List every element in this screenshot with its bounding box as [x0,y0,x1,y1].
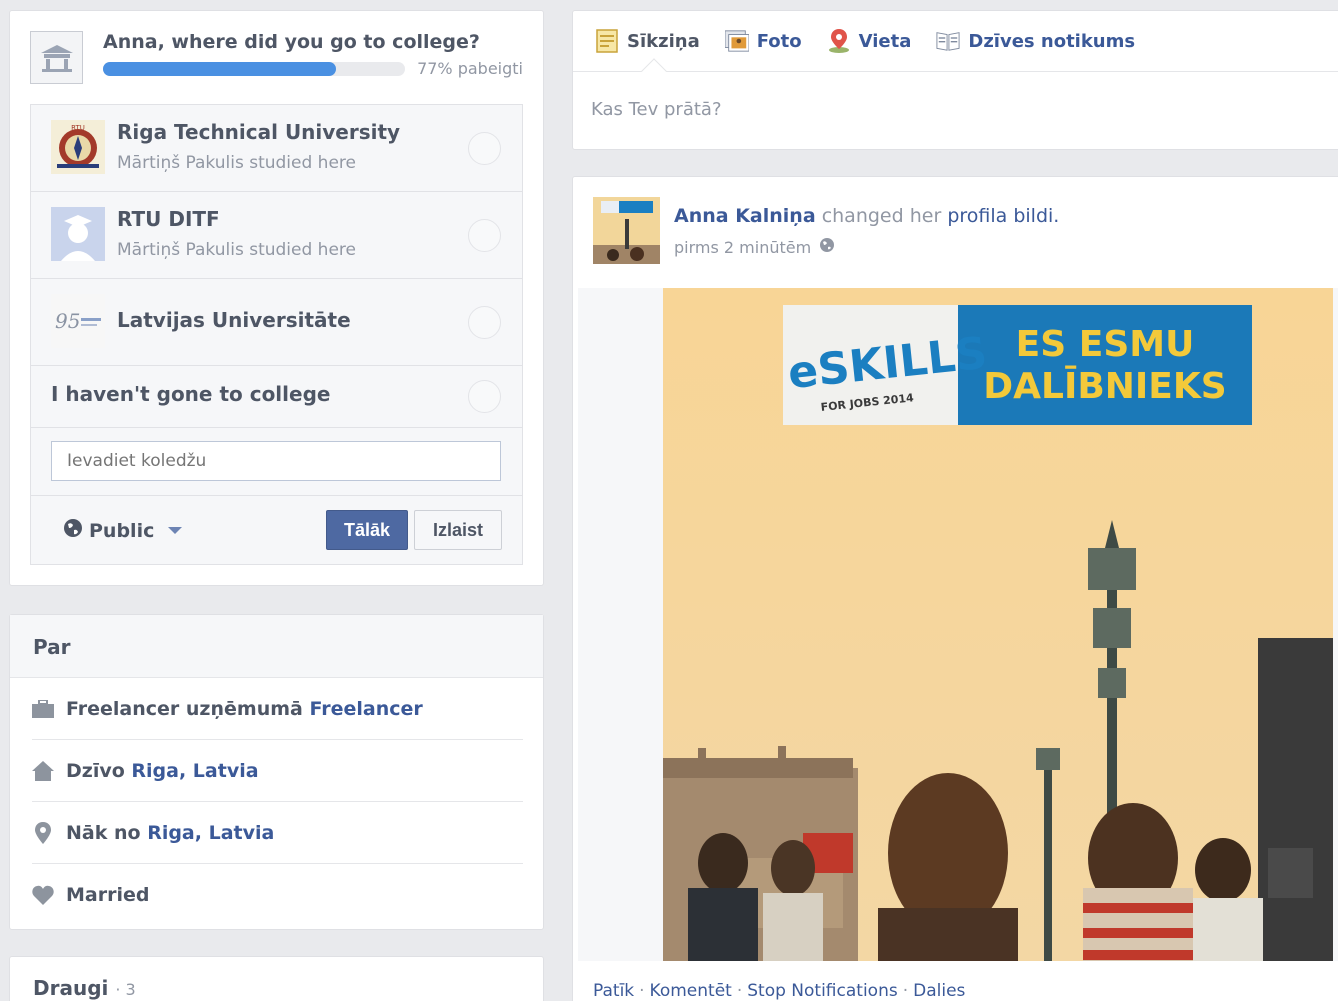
friends-title: Draugi [33,976,109,1000]
work-prefix: Freelancer uzņēmumā [66,697,303,720]
school-context: Mārtiņš Pakulis studied here [117,240,356,260]
briefcase-icon [32,698,54,720]
about-work: Freelancer uzņēmumā Freelancer [32,678,523,740]
school-option-rtu-ditf[interactable]: RTU DITF Mārtiņš Pakulis studied here [31,192,522,279]
author-name[interactable]: Anna Kalniņa [674,205,816,227]
college-prompt-card: Anna, where did you go to college? 77% p… [9,10,544,586]
work-link[interactable]: Freelancer [309,698,422,720]
profile-picture-link[interactable]: profila bildi. [947,205,1059,227]
tab-label: Foto [756,30,802,52]
banner-line-1: ES ESMU [1016,324,1195,365]
lives-link[interactable]: Riga, Latvia [131,760,258,782]
school-name: Riga Technical University [117,120,401,144]
school-name: Latvijas Universitāte [117,308,351,332]
svg-text:95: 95 [55,309,80,333]
school-radio[interactable] [468,306,501,339]
about-card: Par Freelancer uzņēmumā Freelancer Dzīvo… [9,614,544,930]
place-icon [827,29,851,53]
tab-life-event[interactable]: Dzīves notikums [936,29,1135,53]
school-context: Mārtiņš Pakulis studied here [117,153,356,173]
friends-card: Draugi · 3 [9,956,544,1001]
about-relationship: Married [32,864,523,926]
post-composer: Sīkziņa Foto Vieta Dzīves notikums Kas T… [572,10,1338,150]
college-action-row: Public Tālāk Izlaist [31,496,522,564]
lu-logo-icon: 95 [51,294,105,348]
college-input-row [31,428,522,496]
location-pin-icon [32,821,54,844]
privacy-label: Public [89,519,155,542]
profile-progress-fill [103,62,336,76]
status-input[interactable]: Kas Tev prātā? [573,72,1338,147]
globe-icon [63,518,83,543]
privacy-selector[interactable]: Public [63,518,183,543]
separator: · [902,981,909,1001]
stop-notifications-link[interactable]: Stop Notifications [747,981,897,1001]
progress-text: 77% pabeigti [417,59,523,78]
comment-link[interactable]: Komentēt [650,981,732,1001]
school-radio[interactable] [468,132,501,165]
friends-header[interactable]: Draugi · 3 [10,957,543,1001]
tab-label: Vieta [858,30,912,52]
status-icon [595,29,619,53]
tab-place[interactable]: Vieta [827,29,912,53]
separator: · [736,981,743,1001]
skip-button[interactable]: Izlaist [414,510,502,550]
school-option-none[interactable]: I haven't gone to college [31,366,522,428]
share-link[interactable]: Dalies [913,981,965,1001]
separator: · [115,980,121,999]
rtu-logo-icon: RTU [51,120,105,174]
school-name: RTU DITF [117,207,220,231]
about-from: Nāk no Riga, Latvia [32,802,523,864]
from-link[interactable]: Riga, Latvia [147,822,274,844]
svg-text:RTU: RTU [71,124,85,132]
school-option-rtu[interactable]: RTU Riga Technical University Mārtiņš Pa… [31,105,522,192]
chevron-down-icon [168,527,183,534]
school-radio[interactable] [468,219,501,252]
tab-label: Dzīves notikums [968,30,1136,52]
like-link[interactable]: Patīk [593,981,634,1001]
author-avatar[interactable] [593,197,660,264]
profile-progress-bar [103,62,405,76]
lives-prefix: Dzīvo [66,759,125,782]
life-event-icon [936,29,960,53]
photo-icon [724,29,749,53]
story-headline: Anna Kalniņa changed her profila bildi. [674,205,1059,227]
about-lives: Dzīvo Riga, Latvia [32,740,523,802]
college-question: Anna, where did you go to college? [103,31,480,53]
college-input[interactable] [51,441,501,481]
story-photo[interactable]: eSKILLS FOR JOBS 2014 ES ESMU DALĪBNIEKS [578,288,1338,961]
no-college-label: I haven't gone to college [51,382,331,406]
next-button[interactable]: Tālāk [326,510,408,550]
about-title[interactable]: Par [10,615,543,678]
tab-status[interactable]: Sīkziņa [595,29,700,53]
feed-story: Anna Kalniņa changed her profila bildi. … [572,176,1338,1001]
tab-photo[interactable]: Foto [724,29,802,53]
composer-tabs: Sīkziņa Foto Vieta Dzīves notikums [573,11,1338,84]
separator: · [639,981,645,1001]
heart-icon [32,884,54,906]
friends-count: 3 [125,980,136,999]
timestamp[interactable]: pirms 2 minūtēm [674,238,811,257]
school-radio[interactable] [468,380,501,413]
graduate-placeholder-icon [51,207,105,261]
college-prompt-header: Anna, where did you go to college? 77% p… [30,31,523,93]
story-action: changed her [821,205,942,227]
from-prefix: Nāk no [66,821,141,844]
relationship-text: Married [66,884,150,906]
banner-line-2: DALĪBNIEKS [983,365,1226,407]
school-options: RTU Riga Technical University Mārtiņš Pa… [30,104,523,565]
school-option-lu[interactable]: 95 Latvijas Universitāte [31,279,522,366]
home-icon [32,760,54,782]
school-building-icon [30,31,83,84]
profile-photo-image: eSKILLS FOR JOBS 2014 ES ESMU DALĪBNIEKS [578,288,1338,961]
story-timestamp: pirms 2 minūtēm [674,237,835,257]
tab-label: Sīkziņa [627,30,700,52]
globe-icon [819,237,835,257]
story-actions: Patīk · Komentēt · Stop Notifications · Dalies [593,981,965,1001]
